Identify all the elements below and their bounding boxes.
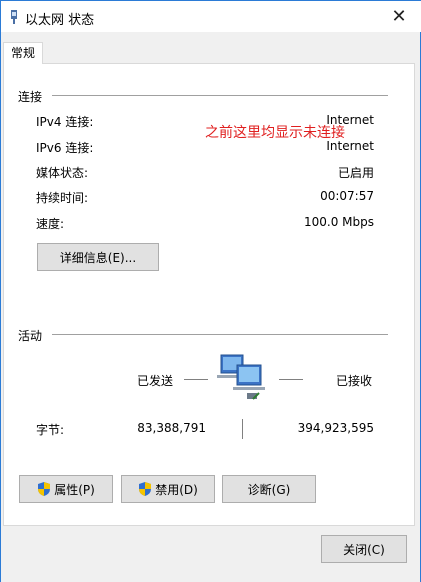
close-button[interactable]: 关闭(C) <box>321 535 407 563</box>
disable-button-label: 禁用(D) <box>155 482 198 497</box>
bytes-sent-value: 83,388,791 <box>137 421 206 435</box>
diagnose-button[interactable]: 诊断(G) <box>222 475 316 503</box>
close-icon: ✕ <box>391 6 407 27</box>
connection-section-title: 连接 <box>18 90 43 104</box>
activity-section-title: 活动 <box>18 329 43 343</box>
title-bar: 以太网 状态 ✕ <box>1 0 421 32</box>
properties-button[interactable]: 属性(P) <box>19 475 113 503</box>
red-annotation-text: 之前这里均显示未连接 <box>205 125 345 141</box>
uac-shield-icon <box>38 482 51 496</box>
uac-shield-icon <box>139 482 152 496</box>
network-computers-icon <box>217 354 265 400</box>
sent-line <box>184 379 208 380</box>
ipv6-label: IPv6 连接: <box>36 141 94 155</box>
details-button[interactable]: 详细信息(E)... <box>37 243 159 271</box>
activity-divider <box>52 334 388 335</box>
duration-value: 00:07:57 <box>320 189 374 203</box>
window-close-button[interactable]: ✕ <box>376 1 421 32</box>
disable-button[interactable]: 禁用(D) <box>121 475 215 503</box>
connection-divider <box>52 95 388 96</box>
bytes-received-value: 394,923,595 <box>297 421 374 435</box>
tab-general[interactable]: 常规 <box>3 42 43 64</box>
properties-button-label: 属性(P) <box>54 482 95 497</box>
duration-label: 持续时间: <box>36 191 89 205</box>
speed-value: 100.0 Mbps <box>303 215 374 229</box>
status-window: 以太网 状态 ✕ 常规 连接 IPv4 连接: Internet IPv6 连接… <box>0 0 421 582</box>
ipv4-label: IPv4 连接: <box>36 115 94 129</box>
speed-label: 速度: <box>36 217 65 231</box>
bytes-separator <box>242 419 243 439</box>
network-adapter-icon <box>11 10 17 24</box>
media-state-value: 已启用 <box>337 166 374 180</box>
bytes-label: 字节: <box>36 423 65 437</box>
window-title: 以太网 状态 <box>25 13 95 28</box>
received-line <box>279 379 303 380</box>
media-state-label: 媒体状态: <box>36 166 89 180</box>
sent-label: 已发送 <box>137 374 174 388</box>
received-label: 已接收 <box>336 374 373 388</box>
